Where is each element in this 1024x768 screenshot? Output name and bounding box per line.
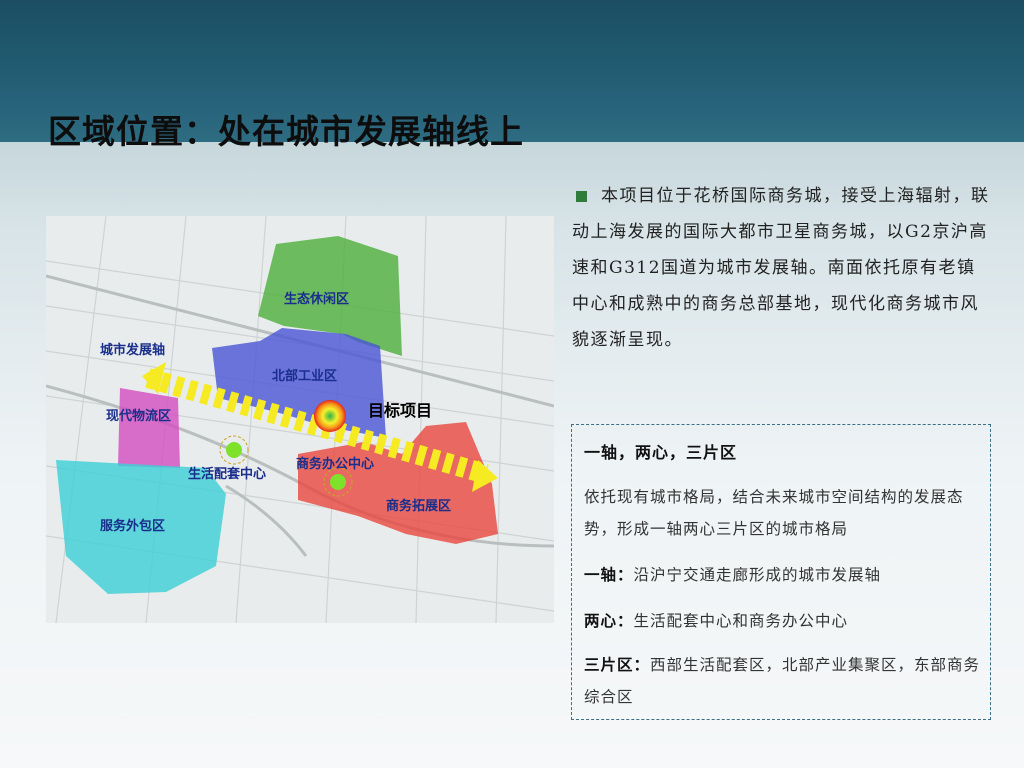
label-logistics: 现代物流区: [106, 408, 171, 424]
label-life-center: 生活配套中心: [188, 466, 266, 482]
logistics-zone: [118, 388, 180, 468]
panel-title: 一轴，两心，三片区: [584, 443, 738, 462]
structure-panel: 一轴，两心，三片区 依托现有城市格局，结合未来城市空间结构的发展态势，形成一轴两…: [571, 424, 991, 720]
office-center-dot: [330, 474, 346, 490]
zones-row: 三片区：西部生活配套区，北部产业集聚区，东部商务综合区: [584, 649, 982, 713]
page-title: 区域位置：处在城市发展轴线上: [48, 112, 524, 151]
label-eco: 生态休闲区: [284, 291, 349, 307]
label-outsourcing: 服务外包区: [100, 518, 165, 534]
life-center-dot: [226, 442, 242, 458]
label-expansion: 商务拓展区: [386, 498, 451, 514]
panel-body: 依托现有城市格局，结合未来城市空间结构的发展态势，形成一轴两心三片区的城市格局: [584, 488, 964, 538]
label-axis: 城市发展轴: [100, 342, 165, 358]
intro-paragraph: 本项目位于花桥国际商务城，接受上海辐射，联动上海发展的国际大都市卫星商务城，以G…: [572, 178, 992, 358]
centers-text: 生活配套中心和商务办公中心: [633, 612, 849, 630]
axis-text: 沿沪宁交通走廊形成的城市发展轴: [633, 566, 882, 584]
centers-row: 两心：生活配套中心和商务办公中心: [584, 605, 982, 637]
axis-row: 一轴：沿沪宁交通走廊形成的城市发展轴: [584, 559, 982, 591]
target-project-marker: [314, 400, 346, 432]
label-office-center: 商务办公中心: [296, 456, 374, 472]
square-bullet-icon: [576, 190, 587, 202]
label-north: 北部工业区: [272, 368, 337, 384]
zones-label: 三片区：: [584, 655, 651, 674]
axis-label: 一轴：: [584, 565, 634, 584]
map-svg: 生态休闲区 城市发展轴 北部工业区 现代物流区 目标项目 生活配套中心 商务办公…: [46, 216, 554, 623]
intro-text: 本项目位于花桥国际商务城，接受上海辐射，联动上海发展的国际大都市卫星商务城，以G…: [572, 186, 990, 350]
centers-label: 两心：: [584, 611, 634, 630]
label-target: 目标项目: [368, 401, 432, 420]
location-map: 生态休闲区 城市发展轴 北部工业区 现代物流区 目标项目 生活配套中心 商务办公…: [46, 216, 554, 623]
